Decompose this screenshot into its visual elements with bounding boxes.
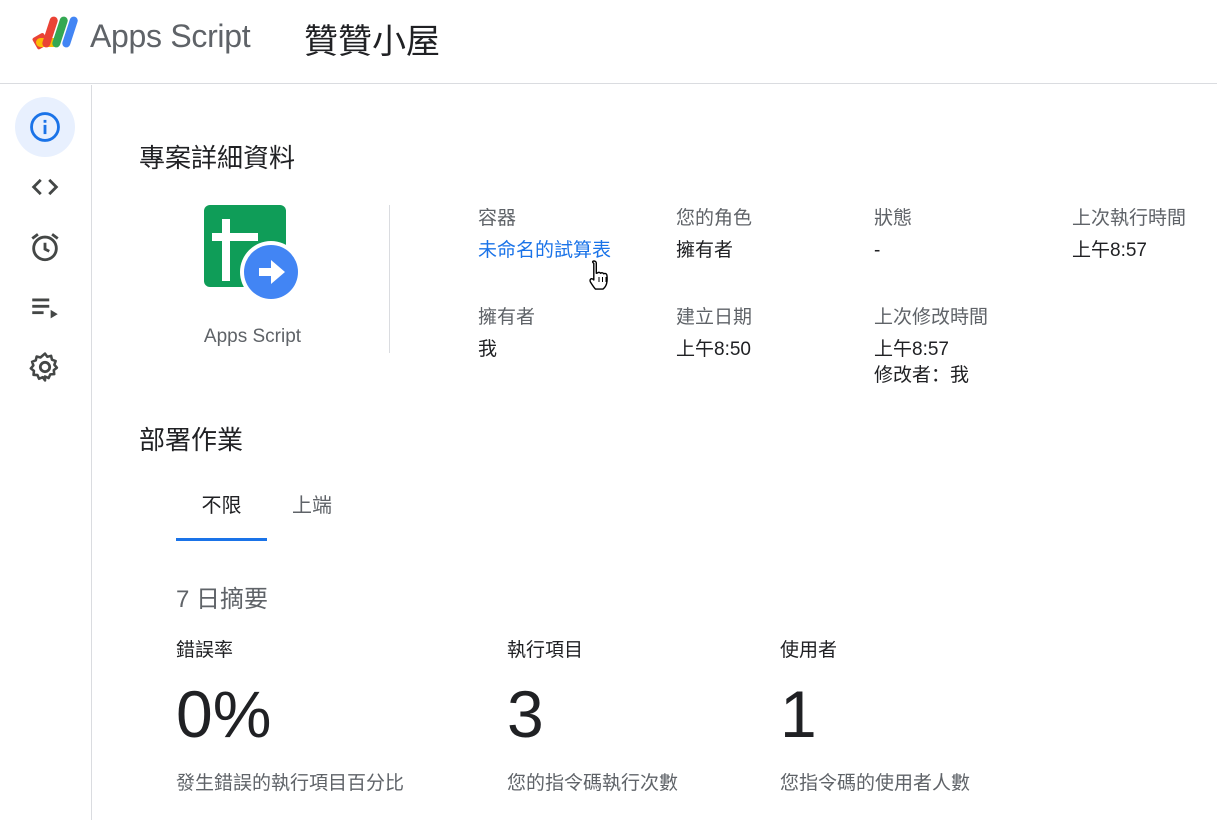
created-label: 建立日期 xyxy=(676,307,753,328)
project-details-heading: 專案詳細資料 xyxy=(139,143,296,173)
stat-description: 您指令碼的使用者人數 xyxy=(780,773,971,794)
last-run-label: 上次執行時間 xyxy=(1072,208,1187,229)
vertical-divider xyxy=(389,205,390,353)
tab-top[interactable]: 上端 xyxy=(272,489,352,541)
created-info: 建立日期 上午8:50 xyxy=(676,305,752,363)
modified-info: 上次修改時間 上午8:57 修改者：我 xyxy=(874,305,988,389)
hand-pointer-cursor-icon xyxy=(589,260,608,290)
container-info: 容器 未命名的試算表 xyxy=(478,206,611,264)
sidebar-item-executions[interactable] xyxy=(15,277,75,337)
sidebar-item-overview[interactable] xyxy=(15,97,75,157)
alarm-clock-icon xyxy=(31,233,59,262)
status-info: 狀態 - xyxy=(874,206,912,264)
project-title[interactable]: 贊贊小屋 xyxy=(304,14,440,63)
modified-by: 修改者：我 xyxy=(874,365,970,386)
playlist-play-icon xyxy=(32,298,58,319)
last-run-value: 上午8:57 xyxy=(1072,240,1147,261)
modified-value: 上午8:57 xyxy=(874,339,949,360)
stat-users: 使用者 1 您指令碼的使用者人數 xyxy=(780,635,970,795)
stat-error-rate: 錯誤率 0% 發生錯誤的執行項目百分比 xyxy=(176,635,404,795)
top-bar: Apps Script 贊贊小屋 xyxy=(0,0,1217,84)
gear-icon xyxy=(29,352,59,382)
apps-script-project-icon xyxy=(204,205,300,301)
modified-label: 上次修改時間 xyxy=(874,307,989,328)
stat-value: 1 xyxy=(780,677,817,751)
stat-value: 0% xyxy=(176,677,272,751)
app-icon-label: Apps Script xyxy=(203,326,302,347)
app-name[interactable]: Apps Script xyxy=(90,18,251,55)
sidebar-item-triggers[interactable] xyxy=(15,217,75,277)
role-info: 您的角色 擁有者 xyxy=(676,206,752,264)
main-content: 專案詳細資料 Apps Script 容器 未命名的試算表 您的角色 擁有者 狀… xyxy=(92,85,1217,820)
stat-label: 使用者 xyxy=(780,640,838,661)
stat-value: 3 xyxy=(507,677,544,751)
container-label: 容器 xyxy=(478,208,517,229)
stat-description: 您的指令碼執行次數 xyxy=(507,773,679,794)
sidebar-item-editor[interactable] xyxy=(15,157,75,217)
stat-label: 執行項目 xyxy=(507,640,584,661)
role-value: 擁有者 xyxy=(676,240,734,261)
summary-heading: 7 日摘要 xyxy=(176,586,269,613)
deployments-heading: 部署作業 xyxy=(139,425,244,455)
status-value: - xyxy=(874,240,881,261)
apps-script-logo[interactable] xyxy=(32,13,82,55)
last-run-info: 上次執行時間 上午8:57 xyxy=(1072,206,1186,264)
owner-label: 擁有者 xyxy=(478,307,536,328)
sidebar-item-settings[interactable] xyxy=(15,337,75,397)
created-value: 上午8:50 xyxy=(676,339,751,360)
owner-value: 我 xyxy=(478,339,498,360)
stat-executions: 執行項目 3 您的指令碼執行次數 xyxy=(507,635,678,795)
code-icon xyxy=(31,178,59,196)
owner-info: 擁有者 我 xyxy=(478,305,535,363)
info-icon xyxy=(30,112,60,142)
stat-label: 錯誤率 xyxy=(176,640,234,661)
status-label: 狀態 xyxy=(874,208,913,229)
stat-description: 發生錯誤的執行項目百分比 xyxy=(176,773,405,794)
active-tab-indicator xyxy=(176,538,267,541)
sidebar-nav xyxy=(0,85,92,820)
tab-all[interactable]: 不限 xyxy=(176,489,267,541)
role-label: 您的角色 xyxy=(676,208,753,229)
